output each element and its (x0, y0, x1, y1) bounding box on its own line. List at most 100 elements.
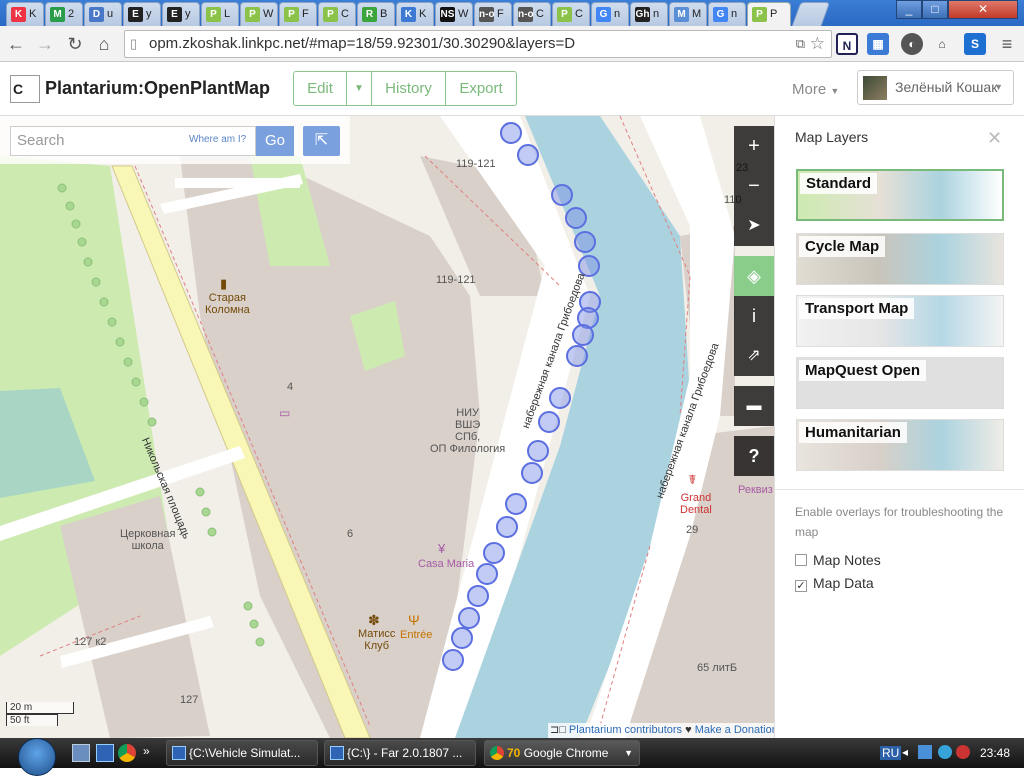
close-icon[interactable]: ✕ (987, 128, 1002, 149)
browser-tab[interactable]: PW (240, 2, 278, 26)
checkbox-unchecked[interactable] (795, 554, 807, 566)
share-icon[interactable]: ⇗ (734, 336, 774, 376)
tab-title: W (458, 8, 469, 20)
browser-tab[interactable]: Ey (123, 2, 161, 26)
cafe-icon[interactable]: Ψ (408, 612, 420, 628)
where-am-i-link[interactable]: Where am I? (189, 134, 246, 145)
layer-name: Humanitarian (799, 422, 907, 443)
layer-humanitarian[interactable]: Humanitarian (796, 419, 1004, 471)
donate-link[interactable]: Make a Donation (695, 724, 774, 736)
shop-icon[interactable]: ▭ (279, 406, 290, 420)
browser-tab[interactable]: Du (84, 2, 122, 26)
browser-tab[interactable]: MM (669, 2, 707, 26)
extension-s-icon[interactable]: S (964, 33, 986, 55)
layer-cycle-map[interactable]: Cycle Map (796, 233, 1004, 285)
browser-tab[interactable]: PC (318, 2, 356, 26)
browser-tab[interactable]: Gn (591, 2, 629, 26)
library-icon[interactable]: ▮ (220, 276, 227, 292)
home-icon[interactable]: ⌂ (92, 32, 116, 56)
art-club-icon[interactable]: ✽ (368, 612, 380, 629)
browser-tab[interactable]: n-o C (513, 2, 551, 26)
browser-tab[interactable]: M2 (45, 2, 83, 26)
tab-title: W (263, 8, 274, 20)
start-button-icon[interactable] (18, 738, 56, 776)
site-logo[interactable]: C (10, 75, 40, 103)
directions-icon[interactable]: ⇱ (303, 126, 340, 156)
url-bar[interactable]: ▯ opm.zkoshak.linkpc.net/#map=18/59.9230… (124, 30, 832, 58)
network-icon[interactable] (918, 745, 932, 759)
notes-icon[interactable]: ▬ (734, 386, 774, 426)
map-notes-checkbox[interactable]: Map Notes (795, 552, 881, 568)
browser-tab[interactable]: KK (396, 2, 434, 26)
user-menu-button[interactable]: Зелёный Кошак ▼ (857, 70, 1014, 105)
browser-tab[interactable]: Ey (162, 2, 200, 26)
extension-globe-icon[interactable]: ◐ (901, 33, 923, 55)
chrome-icon[interactable] (118, 744, 136, 762)
browser-tab[interactable]: n-o F (474, 2, 512, 26)
browser-tab[interactable]: Gh n (630, 2, 668, 26)
extension-n-icon[interactable]: N (836, 33, 858, 55)
zoom-in-icon[interactable]: + (734, 126, 774, 166)
history-button[interactable]: History (371, 71, 446, 106)
attribution-link[interactable]: Plantarium contributors (569, 724, 682, 736)
chrome-menu-icon[interactable]: ≡ (996, 33, 1018, 55)
edit-button[interactable]: Edit (293, 71, 347, 106)
far-manager-icon[interactable] (96, 744, 114, 762)
more-icons-icon[interactable]: » (143, 744, 150, 758)
browser-tab[interactable]: Gn (708, 2, 746, 26)
layer-standard[interactable]: Standard (796, 169, 1004, 221)
task-google-chrome[interactable]: 70 Google Chrome ▼ (484, 740, 640, 766)
extension-map-icon[interactable]: ▦ (867, 33, 889, 55)
browser-tab[interactable]: PF (279, 2, 317, 26)
map-canvas[interactable]: 119-121 119-121 Старая Коломна Никольска… (0, 116, 774, 738)
browser-tab[interactable]: RB (357, 2, 395, 26)
tab-favicon-icon: M (674, 7, 689, 22)
browser-tab[interactable]: PC (552, 2, 590, 26)
tray-app-icon[interactable] (956, 745, 970, 759)
close-window-icon[interactable]: ✕ (948, 0, 1018, 19)
layer-mapquest-open[interactable]: MapQuest Open (796, 357, 1004, 409)
new-tab-button[interactable] (791, 2, 831, 26)
clock[interactable]: 23:48 (980, 746, 1010, 760)
checkbox-checked-icon[interactable]: ✓ (795, 580, 807, 592)
tab-title: C (575, 8, 583, 20)
back-icon[interactable]: ← (4, 32, 28, 56)
tab-favicon-icon: n-o (479, 7, 495, 22)
window-icon (172, 746, 186, 760)
tray-arrow-icon[interactable]: ◂ (902, 745, 908, 759)
task-vehicle-simulator[interactable]: {C:\Vehicle Simulat... (166, 740, 318, 766)
browser-tab[interactable]: PL (201, 2, 239, 26)
map-label-house: 4 (287, 381, 294, 393)
show-desktop-icon[interactable] (72, 744, 90, 762)
bookmark-star-icon[interactable]: ☆ (810, 31, 825, 57)
maximize-icon[interactable]: □ (922, 0, 948, 19)
telegram-icon[interactable] (938, 745, 952, 759)
tab-favicon-icon: R (362, 7, 377, 22)
map-data-checkbox[interactable]: ✓ Map Data (795, 575, 874, 592)
go-button[interactable]: Go (256, 126, 294, 156)
forward-icon[interactable]: → (33, 32, 57, 56)
layer-transport-map[interactable]: Transport Map (796, 295, 1004, 347)
page-icon: ▯ (130, 36, 138, 51)
locate-icon[interactable]: ➤ (734, 206, 774, 246)
edit-dropdown-button[interactable]: ▼ (346, 71, 372, 106)
restaurant-icon[interactable]: ¥ (438, 541, 445, 556)
more-menu[interactable]: More ▼ (792, 81, 839, 98)
minimize-icon[interactable]: _ (896, 0, 922, 19)
extension-museum-icon[interactable]: ⌂ (931, 33, 953, 55)
zoom-out-icon[interactable]: − (734, 166, 774, 206)
layers-icon[interactable]: ◈ (734, 256, 774, 296)
browser-tab[interactable]: KK (6, 2, 44, 26)
info-icon[interactable]: i (734, 296, 774, 336)
dentist-icon[interactable]: ☤ (688, 472, 697, 488)
site-title[interactable]: Plantarium:OpenPlantMap (45, 78, 270, 99)
language-indicator[interactable]: RU (880, 746, 902, 760)
browser-tab[interactable]: PP (747, 2, 791, 26)
help-icon[interactable]: ? (734, 436, 774, 476)
export-button[interactable]: Export (445, 71, 517, 106)
more-label: More (792, 81, 827, 98)
reload-icon[interactable]: ↻ (63, 32, 87, 56)
task-far-manager[interactable]: {C:\} - Far 2.0.1807 ... (324, 740, 476, 766)
translate-icon[interactable]: ⧉ (796, 31, 805, 57)
browser-tab[interactable]: NS W (435, 2, 473, 26)
